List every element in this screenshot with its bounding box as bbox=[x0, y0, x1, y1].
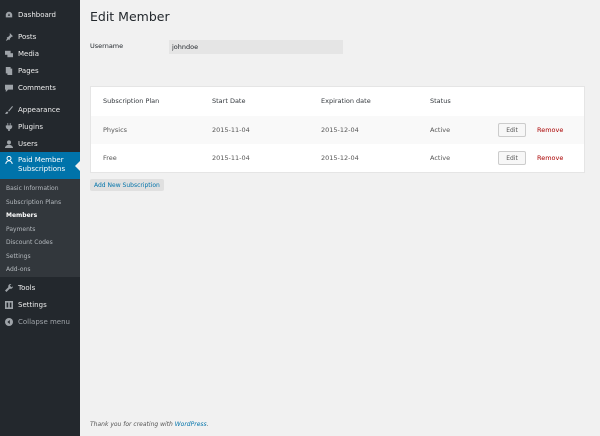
column-header-expiration-date: Expiration date bbox=[321, 97, 371, 105]
column-header-status: Status bbox=[430, 97, 451, 105]
pages-icon bbox=[5, 66, 13, 75]
collapse-icon bbox=[5, 317, 13, 326]
plugin-icon bbox=[5, 122, 13, 131]
menu-posts-label: Posts bbox=[18, 32, 37, 41]
menu-paid-member-label: Paid Member Subscriptions bbox=[18, 156, 66, 173]
member-icon bbox=[5, 156, 13, 164]
cell-expiration-date: 2015-12-04 bbox=[321, 154, 359, 162]
menu-appearance-label: Appearance bbox=[18, 105, 61, 114]
media-icon bbox=[5, 50, 13, 58]
cell-status: Active bbox=[430, 154, 451, 162]
menu-dashboard[interactable]: Dashboard bbox=[0, 6, 80, 23]
comment-icon bbox=[5, 84, 13, 92]
column-header-plan: Subscription Plan bbox=[103, 97, 160, 105]
admin-footer: Thank you for creating with WordPress. bbox=[90, 421, 209, 428]
pin-icon bbox=[5, 32, 13, 41]
settings-icon bbox=[5, 300, 13, 309]
users-icon bbox=[5, 139, 13, 148]
collapse-menu-label: Collapse menu bbox=[18, 317, 70, 326]
subscriptions-table: Subscription Plan Start Date Expiration … bbox=[90, 86, 585, 173]
dashboard-icon bbox=[5, 11, 13, 19]
cell-plan: Physics bbox=[103, 126, 128, 134]
submenu-discount-codes[interactable]: Discount Codes bbox=[0, 236, 80, 250]
submenu-settings[interactable]: Settings bbox=[0, 250, 80, 264]
menu-paid-member-subscriptions[interactable]: Paid Member Subscriptions bbox=[0, 152, 80, 180]
menu-posts[interactable]: Posts bbox=[0, 28, 80, 45]
menu-appearance[interactable]: Appearance bbox=[0, 101, 80, 118]
menu-dashboard-label: Dashboard bbox=[18, 10, 56, 19]
collapse-menu[interactable]: Collapse menu bbox=[0, 313, 80, 330]
menu-comments[interactable]: Comments bbox=[0, 79, 80, 96]
submenu-basic-information[interactable]: Basic Information bbox=[0, 182, 80, 196]
menu-settings[interactable]: Settings bbox=[0, 296, 80, 313]
table-row: Physics 2015-11-04 2015-12-04 Active Edi… bbox=[91, 116, 584, 144]
footer-text: Thank you for creating with bbox=[90, 421, 175, 428]
footer-period: . bbox=[206, 421, 209, 428]
edit-button[interactable]: Edit bbox=[498, 123, 526, 137]
menu-media-label: Media bbox=[18, 49, 40, 58]
submenu-subscription-plans[interactable]: Subscription Plans bbox=[0, 196, 80, 210]
menu-settings-label: Settings bbox=[18, 300, 47, 309]
menu-users[interactable]: Users bbox=[0, 135, 80, 152]
submenu-members[interactable]: Members bbox=[0, 209, 80, 223]
menu-tools-label: Tools bbox=[18, 283, 36, 292]
pms-submenu: Basic Information Subscription Plans Mem… bbox=[0, 179, 80, 277]
wordpress-link[interactable]: WordPress bbox=[175, 421, 207, 428]
cell-status: Active bbox=[430, 126, 451, 134]
username-label: Username bbox=[90, 42, 124, 50]
brush-icon bbox=[5, 105, 13, 114]
page-title: Edit Member bbox=[90, 9, 170, 24]
remove-link[interactable]: Remove bbox=[537, 126, 563, 134]
table-row: Free 2015-11-04 2015-12-04 Active Edit R… bbox=[91, 144, 584, 172]
menu-tools[interactable]: Tools bbox=[0, 279, 80, 296]
remove-link[interactable]: Remove bbox=[537, 154, 563, 162]
admin-sidebar: Dashboard Posts Media Pages Comments App… bbox=[0, 0, 80, 436]
menu-pages-label: Pages bbox=[18, 66, 39, 75]
column-header-start-date: Start Date bbox=[212, 97, 246, 105]
submenu-add-ons[interactable]: Add-ons bbox=[0, 263, 80, 277]
cell-start-date: 2015-11-04 bbox=[212, 126, 250, 134]
wrench-icon bbox=[5, 283, 13, 292]
cell-plan: Free bbox=[103, 154, 117, 162]
menu-pages[interactable]: Pages bbox=[0, 62, 80, 79]
menu-comments-label: Comments bbox=[18, 83, 56, 92]
menu-media[interactable]: Media bbox=[0, 45, 80, 62]
cell-expiration-date: 2015-12-04 bbox=[321, 126, 359, 134]
username-input[interactable] bbox=[169, 40, 343, 54]
add-new-subscription-button[interactable]: Add New Subscription bbox=[90, 179, 164, 191]
current-menu-arrow bbox=[75, 161, 80, 171]
cell-start-date: 2015-11-04 bbox=[212, 154, 250, 162]
menu-users-label: Users bbox=[18, 139, 38, 148]
edit-button[interactable]: Edit bbox=[498, 151, 526, 165]
menu-plugins-label: Plugins bbox=[18, 122, 44, 131]
menu-plugins[interactable]: Plugins bbox=[0, 118, 80, 135]
submenu-payments[interactable]: Payments bbox=[0, 223, 80, 237]
